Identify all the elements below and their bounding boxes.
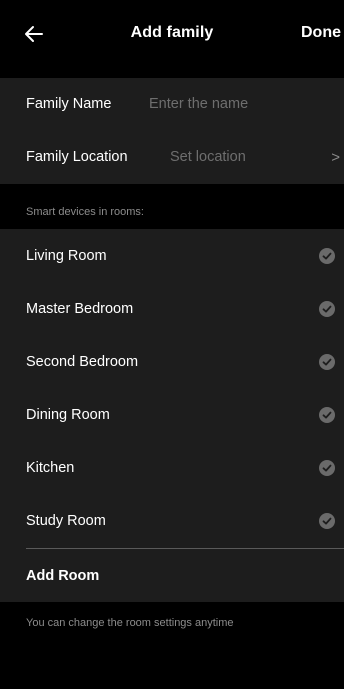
family-info-card: Family Name Enter the name Family Locati… bbox=[0, 78, 344, 184]
add-room-button[interactable]: Add Room bbox=[26, 568, 99, 584]
room-label: Study Room bbox=[26, 513, 106, 529]
family-location-row[interactable]: Family Location Set location > bbox=[0, 131, 344, 184]
room-label: Master Bedroom bbox=[26, 301, 134, 317]
room-label: Living Room bbox=[26, 248, 107, 264]
room-item-master-bedroom[interactable]: Master Bedroom bbox=[0, 282, 344, 335]
room-item-living-room[interactable]: Living Room bbox=[0, 229, 344, 282]
footer-note: You can change the room settings anytime bbox=[26, 617, 234, 629]
family-name-row[interactable]: Family Name Enter the name bbox=[0, 78, 344, 131]
family-location-value: Set location bbox=[170, 149, 246, 165]
family-location-label: Family Location bbox=[26, 149, 128, 165]
room-label: Second Bedroom bbox=[26, 354, 139, 370]
page-title: Add family bbox=[130, 24, 214, 41]
done-button[interactable]: Done bbox=[301, 24, 341, 42]
family-name-input[interactable]: Enter the name bbox=[149, 96, 248, 112]
check-circle-icon[interactable] bbox=[319, 248, 335, 264]
room-label: Dining Room bbox=[26, 407, 110, 423]
room-label: Kitchen bbox=[26, 460, 75, 476]
room-item-kitchen[interactable]: Kitchen bbox=[0, 441, 344, 494]
app-header: Add family Done bbox=[0, 0, 344, 72]
rooms-card: Living Room Master Bedroom Second Bedroo… bbox=[0, 229, 344, 602]
room-item-study-room[interactable]: Study Room bbox=[0, 494, 344, 547]
rooms-section-caption: Smart devices in rooms: bbox=[26, 206, 144, 218]
divider bbox=[26, 548, 344, 549]
check-circle-icon[interactable] bbox=[319, 407, 335, 423]
room-item-second-bedroom[interactable]: Second Bedroom bbox=[0, 335, 344, 388]
family-name-label: Family Name bbox=[26, 96, 112, 112]
room-item-dining-room[interactable]: Dining Room bbox=[0, 388, 344, 441]
check-circle-icon[interactable] bbox=[319, 513, 335, 529]
chevron-right-icon: > bbox=[331, 149, 340, 166]
check-circle-icon[interactable] bbox=[319, 354, 335, 370]
check-circle-icon[interactable] bbox=[319, 460, 335, 476]
check-circle-icon[interactable] bbox=[319, 301, 335, 317]
